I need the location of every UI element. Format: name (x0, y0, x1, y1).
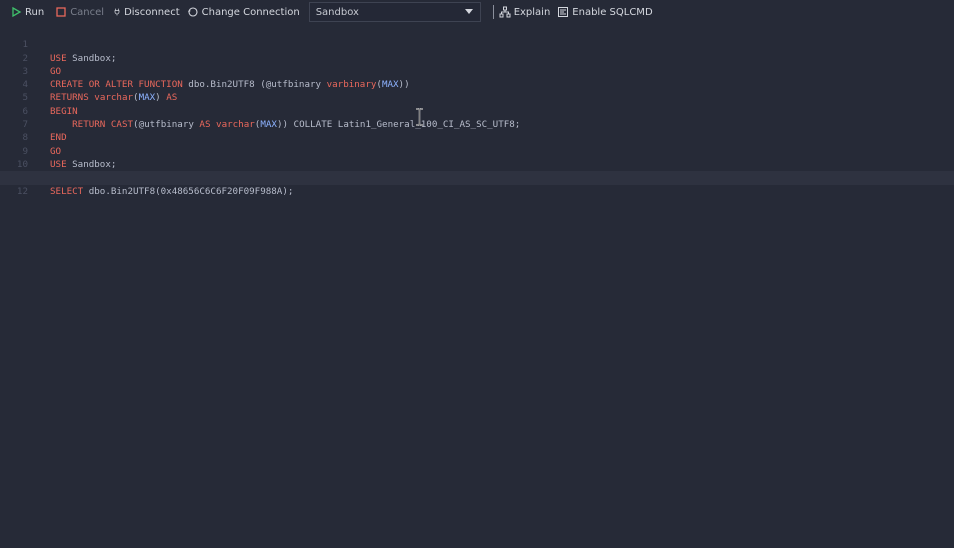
run-label: Run (25, 6, 45, 18)
database-select-value: Sandbox (315, 6, 359, 18)
code-line: 8 GO (0, 118, 954, 156)
explain-button[interactable]: Explain (499, 3, 556, 21)
explain-tree-icon (499, 6, 511, 18)
code-line: 6 RETURN CAST(@utfbinary AS varchar(MAX)… (0, 91, 954, 130)
explain-label: Explain (513, 6, 551, 18)
query-toolbar: Run Cancel Disconnect Change Connection … (0, 0, 954, 24)
code-line: 4 RETURNS varchar(MAX) AS (0, 65, 954, 103)
sqlcmd-icon (558, 7, 569, 17)
enable-sqlcmd-button[interactable]: Enable SQLCMD (557, 3, 657, 21)
code-line: 11 SELECT dbo.Bin2UTF8(0x48656C6C6F20F09… (0, 158, 954, 196)
text-cursor-icon (416, 108, 423, 126)
disconnect-label: Disconnect (124, 6, 180, 18)
line-number: 12 (16, 185, 28, 197)
cancel-button[interactable]: Cancel (55, 3, 109, 21)
code-line: 10 (0, 145, 954, 170)
code-line: 9 USE Sandbox; (0, 131, 954, 170)
stop-icon (56, 7, 66, 17)
sql-editor[interactable]: 1 USE Sandbox; 2 GO 3 CREATE OR ALTER FU… (0, 25, 954, 548)
code-line: 5 BEGIN (0, 78, 954, 116)
toolbar-divider (492, 5, 494, 19)
sqlcmd-label: Enable SQLCMD (572, 6, 653, 18)
code-text: SELECT dbo.Bin2UTF8(0x48656C6C6F20F09F98… (50, 185, 294, 197)
disconnect-button[interactable]: Disconnect (113, 3, 185, 21)
cancel-label: Cancel (70, 6, 105, 18)
change-connection-icon (187, 7, 198, 17)
change-connection-button[interactable]: Change Connection (187, 3, 305, 21)
run-button[interactable]: Run (10, 3, 49, 21)
database-select[interactable]: Sandbox (308, 2, 481, 22)
code-line: 7 END (0, 105, 954, 143)
play-icon (12, 6, 22, 18)
code-line: 1 USE Sandbox; (0, 25, 954, 63)
chevron-down-icon (464, 9, 473, 14)
disconnect-plug-icon (114, 8, 120, 16)
code-line: 3 CREATE OR ALTER FUNCTION dbo.Bin2UTF8 … (0, 52, 954, 90)
change-connection-label: Change Connection (201, 6, 300, 18)
code-line: 2 GO (0, 38, 954, 77)
current-code-line: 12 (0, 171, 954, 197)
